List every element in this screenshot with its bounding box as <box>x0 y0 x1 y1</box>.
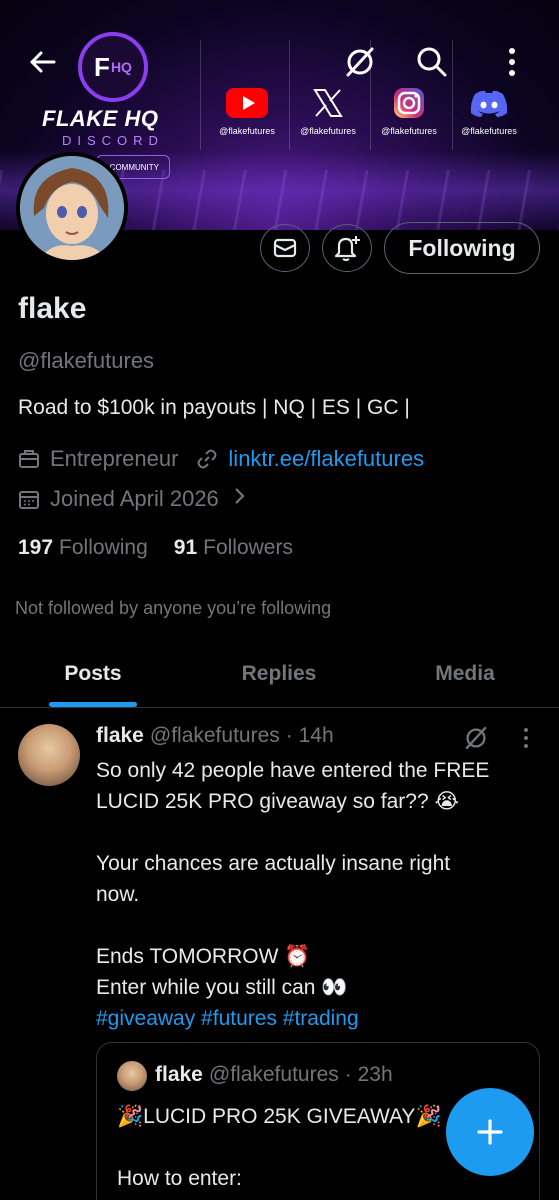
bell-plus-icon <box>334 236 360 262</box>
tab-posts[interactable]: Posts <box>0 640 186 707</box>
active-tab-indicator <box>49 702 137 707</box>
grok-icon <box>465 726 487 750</box>
grok-icon <box>346 47 374 77</box>
followers-count: 91 <box>173 536 198 559</box>
post-text-line: Enter while you still can 👀 <box>96 976 348 999</box>
profile-handle: @flakefutures <box>18 348 155 373</box>
post-header: flake @flakefutures · 14h <box>96 724 334 748</box>
following-label: Following <box>59 536 148 559</box>
following-button[interactable]: Following <box>384 222 540 274</box>
post-text-line: Your chances are actually insane right <box>96 852 451 875</box>
envelope-icon <box>273 238 297 258</box>
profile-meta-row: Entrepreneur linktr.ee/flakefutures <box>18 446 424 472</box>
post-text-line: LUCID 25K PRO giveaway so far?? 😭 <box>96 790 460 813</box>
banner-social-youtube: @flakefutures <box>207 86 287 136</box>
following-stat[interactable]: 197 Following <box>18 536 148 560</box>
post-text-line: So only 42 people have entered the FREE <box>96 759 490 782</box>
profile-stats: 197 Following 91 Followers <box>18 536 319 560</box>
instagram-handle: @flakefutures <box>381 126 437 136</box>
profile-joined-row[interactable]: Joined April 2026 <box>18 486 247 512</box>
back-button[interactable] <box>24 44 60 80</box>
not-followed-text: Not followed by anyone you’re following <box>15 598 332 618</box>
more-vertical-icon <box>509 48 515 76</box>
banner-brand-title: FLAKE HQ <box>42 106 159 131</box>
post-grok-button[interactable] <box>460 722 492 754</box>
quoted-post-time: · 23h <box>344 1063 393 1086</box>
calendar-icon <box>18 488 40 510</box>
quoted-author-handle: @flakefutures <box>208 1063 339 1086</box>
avatar-illustration <box>20 156 124 260</box>
youtube-icon <box>225 86 269 120</box>
x-handle: @flakefutures <box>300 126 356 136</box>
arrow-left-icon <box>30 51 56 73</box>
profile-category: Entrepreneur <box>50 446 179 471</box>
instagram-icon <box>387 86 431 120</box>
discord-handle: @flakefutures <box>461 126 517 136</box>
compose-post-button[interactable] <box>446 1088 534 1176</box>
post-author-handle: @flakefutures <box>149 724 280 747</box>
tab-replies-label: Replies <box>241 661 317 685</box>
briefcase-icon <box>18 448 40 470</box>
notifications-button[interactable] <box>322 224 372 272</box>
logo-hq-text: HQ <box>110 59 132 75</box>
more-options-button[interactable] <box>494 44 530 80</box>
profile-tabs: Posts Replies Media <box>0 640 559 708</box>
banner-divider <box>200 40 201 150</box>
post-body[interactable]: So only 42 people have entered the FREE … <box>96 755 544 1034</box>
logo-letter: F <box>94 51 110 82</box>
following-count: 197 <box>18 536 54 559</box>
flake-hq-logo: F HQ <box>78 32 148 102</box>
x-icon <box>306 86 350 120</box>
profile-name: flake <box>18 292 87 325</box>
profile-bio: Road to $100k in payouts | NQ | ES | GC … <box>18 396 410 419</box>
link-icon <box>196 448 218 470</box>
quoted-post-title: 🎉LUCID PRO 25K GIVEAWAY🎉 <box>117 1105 442 1128</box>
tab-replies[interactable]: Replies <box>186 640 372 707</box>
profile-joined: Joined April 2026 <box>50 486 219 511</box>
quoted-post-avatar <box>117 1061 147 1091</box>
banner-social-instagram: @flakefutures <box>369 86 449 136</box>
tab-media[interactable]: Media <box>372 640 558 707</box>
tab-media-label: Media <box>435 661 495 685</box>
quoted-author-name: flake <box>155 1063 203 1086</box>
search-icon <box>417 47 447 77</box>
banner-social-discord: @flakefutures <box>449 86 529 136</box>
post-time: · 14h <box>285 724 334 747</box>
search-button[interactable] <box>414 44 450 80</box>
chevron-right-icon <box>233 486 247 512</box>
quoted-post-line: How to enter: <box>117 1167 242 1190</box>
grok-button[interactable] <box>342 44 378 80</box>
post-author-name[interactable]: flake <box>96 724 144 748</box>
plus-icon <box>477 1119 503 1145</box>
more-vertical-icon <box>524 728 528 748</box>
followers-label: Followers <box>203 536 293 559</box>
banner-social-x: @flakefutures <box>288 86 368 136</box>
tab-posts-label: Posts <box>64 661 122 685</box>
post-hashtags[interactable]: #giveaway #futures #trading <box>96 1003 544 1034</box>
post-text-line: Ends TOMORROW ⏰ <box>96 945 311 968</box>
followers-stat[interactable]: 91 Followers <box>174 536 293 560</box>
profile-avatar[interactable] <box>16 152 128 264</box>
youtube-handle: @flakefutures <box>219 126 275 136</box>
banner-brand-subtitle: DISCORD <box>62 133 164 148</box>
discord-icon <box>467 86 511 120</box>
profile-link[interactable]: linktr.ee/flakefutures <box>228 446 424 472</box>
quoted-post-header: flake @flakefutures · 23h <box>155 1063 393 1087</box>
post-avatar[interactable] <box>18 724 80 786</box>
post-more-button[interactable] <box>512 722 540 754</box>
message-button[interactable] <box>260 224 310 272</box>
post-text-line: now. <box>96 883 140 906</box>
